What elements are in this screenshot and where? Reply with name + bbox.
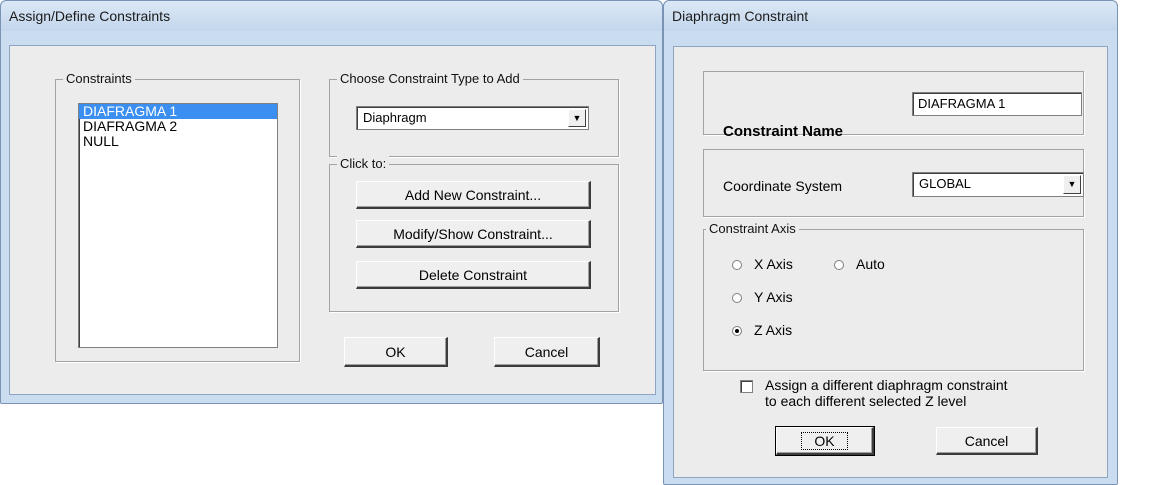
- assign-different-diaphragm-checkbox[interactable]: [740, 380, 753, 393]
- left-dialog-client: Constraints DIAFRAGMA 1 DIAFRAGMA 2 NULL…: [9, 45, 656, 395]
- list-item[interactable]: NULL: [79, 134, 277, 149]
- auto-radio[interactable]: [834, 260, 844, 270]
- assign-different-diaphragm-label: Assign a different diaphragm constraint: [765, 377, 1008, 393]
- constraints-listbox[interactable]: DIAFRAGMA 1 DIAFRAGMA 2 NULL: [78, 103, 278, 348]
- z-axis-label: Z Axis: [754, 322, 793, 338]
- chevron-down-icon[interactable]: ▼: [1063, 175, 1081, 194]
- right-ok-button-label: OK: [801, 431, 848, 450]
- constraint-name-label: Constraint Name: [723, 123, 844, 140]
- constraint-type-value: Diaphragm: [363, 110, 427, 125]
- constraints-group-label: Constraints: [63, 71, 135, 87]
- constraint-type-group: Choose Constraint Type to Add Diaphragm …: [329, 71, 619, 157]
- right-dialog-client: Constraint Name DIAFRAGMA 1 Coordinate S…: [673, 46, 1108, 478]
- left-cancel-button[interactable]: Cancel: [494, 337, 600, 367]
- y-axis-radio[interactable]: [732, 293, 742, 303]
- click-to-group-label: Click to:: [337, 156, 390, 172]
- list-item[interactable]: DIAFRAGMA 1: [79, 104, 277, 119]
- constraints-group: Constraints DIAFRAGMA 1 DIAFRAGMA 2 NULL: [55, 71, 300, 362]
- coordinate-system-label: Coordinate System: [723, 178, 843, 194]
- right-ok-button[interactable]: OK: [775, 426, 875, 456]
- chevron-down-icon[interactable]: ▼: [568, 109, 586, 127]
- left-dialog-title: Assign/Define Constraints: [1, 1, 662, 31]
- constraint-name-value: DIAFRAGMA 1: [918, 96, 1006, 111]
- assign-define-constraints-dialog: Assign/Define Constraints Constraints DI…: [0, 0, 663, 404]
- y-axis-label: Y Axis: [754, 289, 793, 305]
- delete-constraint-button[interactable]: Delete Constraint: [356, 261, 591, 289]
- constraint-name-input[interactable]: DIAFRAGMA 1: [912, 92, 1082, 116]
- left-ok-button[interactable]: OK: [344, 337, 448, 367]
- right-cancel-button[interactable]: Cancel: [936, 427, 1038, 455]
- right-dialog-title: Diaphragm Constraint: [664, 1, 1117, 31]
- auto-label: Auto: [856, 256, 885, 272]
- add-new-constraint-button[interactable]: Add New Constraint...: [356, 181, 591, 209]
- modify-show-constraint-button[interactable]: Modify/Show Constraint...: [356, 220, 591, 248]
- coordinate-system-value: GLOBAL: [919, 176, 972, 191]
- x-axis-radio[interactable]: [732, 260, 742, 270]
- assign-different-diaphragm-label-2: to each different selected Z level: [765, 393, 967, 409]
- coordinate-system-select[interactable]: GLOBAL ▼: [912, 172, 1084, 197]
- diaphragm-constraint-dialog: Diaphragm Constraint Constraint Name DIA…: [663, 0, 1118, 485]
- constraint-type-select[interactable]: Diaphragm ▼: [356, 106, 589, 130]
- z-axis-radio[interactable]: [732, 326, 742, 336]
- click-to-group: Click to: Add New Constraint... Modify/S…: [329, 156, 619, 312]
- constraint-axis-group-label: Constraint Axis: [706, 221, 799, 237]
- x-axis-label: X Axis: [754, 256, 793, 272]
- list-item[interactable]: DIAFRAGMA 2: [79, 119, 277, 134]
- constraint-type-group-label: Choose Constraint Type to Add: [337, 71, 523, 87]
